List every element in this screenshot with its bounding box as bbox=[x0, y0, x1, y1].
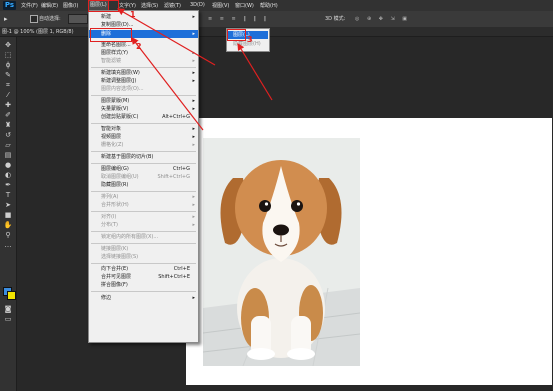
annotation-step-3: 3 bbox=[247, 35, 253, 44]
annotation-arrows bbox=[116, 8, 273, 131]
annotation-step-2: 2 bbox=[136, 42, 142, 51]
annotation-step-1: 1 bbox=[130, 10, 136, 19]
arrow-to-layer-submenu bbox=[237, 42, 273, 101]
